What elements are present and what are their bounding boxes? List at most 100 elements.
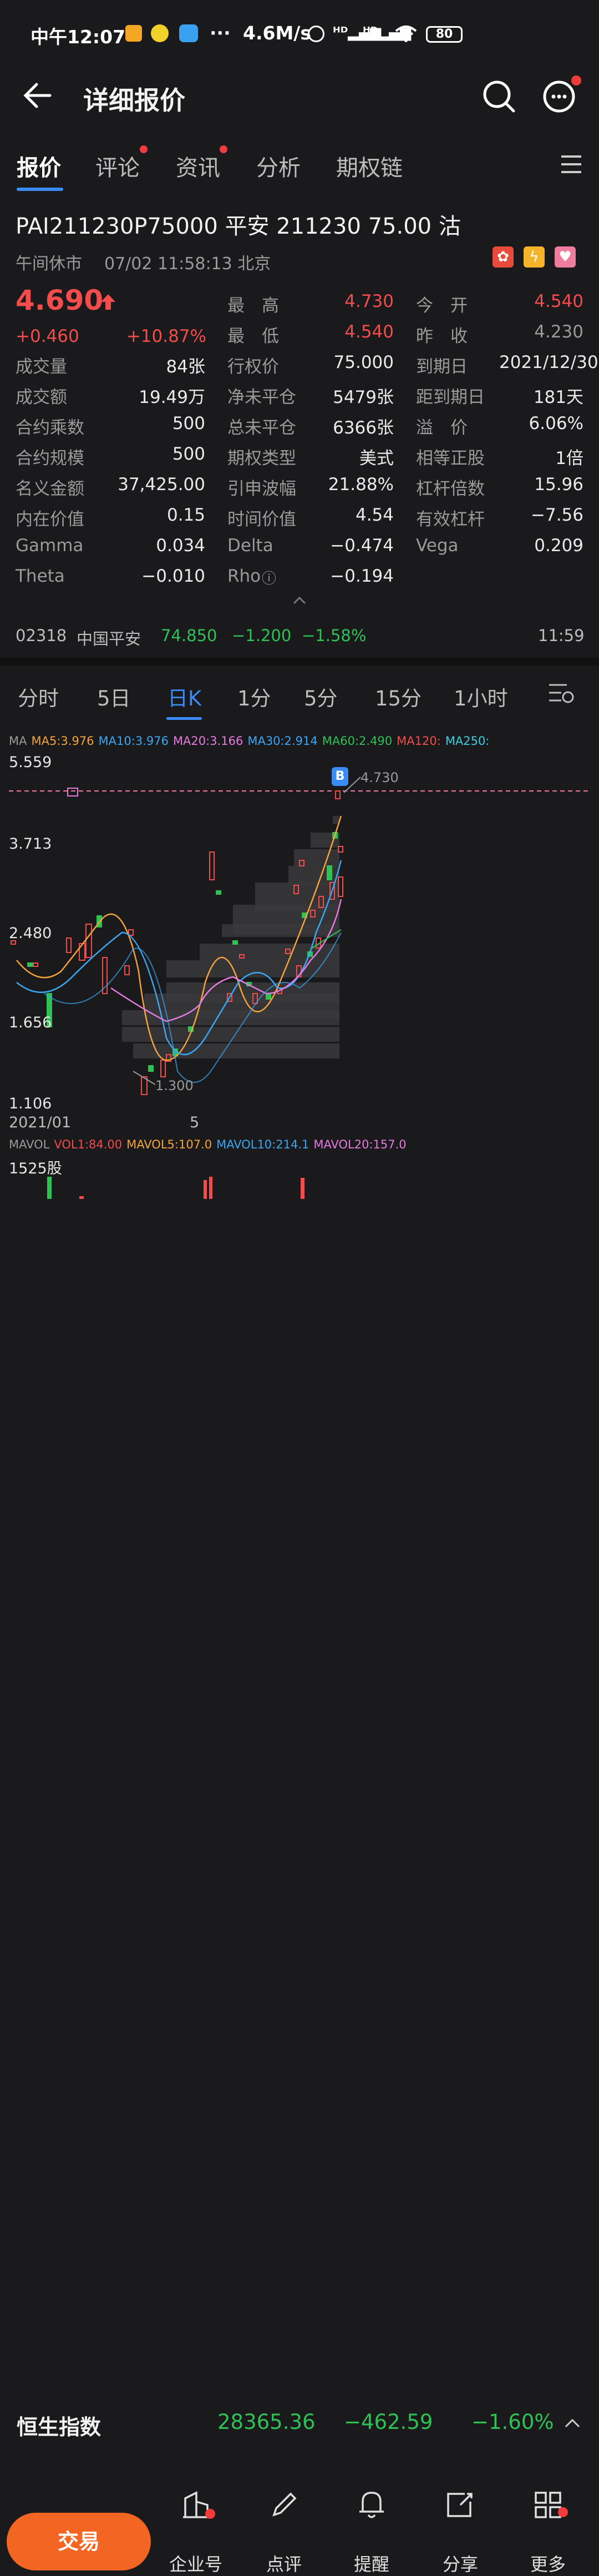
chart-tab-5min[interactable]: 5分 [304, 682, 338, 712]
ma-legend-item: MA5:3.976 [31, 734, 94, 748]
volume-profile-bar [222, 924, 339, 937]
ma-legend-item: MA250: [445, 734, 490, 748]
chart-settings-icon[interactable] [548, 682, 576, 706]
field-value: 1倍 [555, 448, 583, 468]
field-value: −0.010 [141, 566, 205, 586]
underlying-price: 74.850 [161, 626, 217, 645]
tab-comments[interactable]: 评论 [95, 150, 140, 182]
field-value: 4.54 [355, 505, 394, 525]
ma-legend-item: MA20:3.166 [172, 734, 243, 748]
tab-analysis[interactable]: 分析 [256, 150, 301, 182]
chart-tab-15min[interactable]: 15分 [375, 682, 422, 712]
nav-alert-label[interactable]: 提醒 [333, 2550, 410, 2576]
candle [85, 924, 92, 958]
field-label: 成交量 [16, 357, 67, 377]
low-marker-label: 1.300 [155, 1078, 194, 1093]
index-bar[interactable]: 恒生指数 28365.36 −462.59 −1.60% [0, 1199, 599, 2439]
chart-tab-daily[interactable]: 日K [167, 682, 201, 712]
field-label: 成交额 [16, 387, 67, 407]
mavol-legend: MAVOL VOL1:84.00 MAVOL5:107.0 MAVOL10:214.1… [9, 1138, 411, 1151]
field-label: 时间价值 [227, 510, 296, 530]
nav-enterprise-label[interactable]: 企业号 [157, 2550, 235, 2576]
app-icon [151, 24, 169, 42]
bookmark-icon [67, 788, 78, 797]
low-marker-pointer [133, 1071, 156, 1085]
favorite-heart-icon[interactable]: ♥ [555, 246, 576, 268]
back-arrow-icon[interactable] [22, 79, 55, 112]
tab-quote[interactable]: 报价 [17, 150, 61, 182]
ma-legend-item: MA60:2.490 [322, 734, 393, 748]
nav-share-label[interactable]: 分享 [422, 2550, 499, 2576]
high-marker-label: 4.730 [361, 770, 399, 785]
field-value: 美式 [359, 448, 394, 468]
field-label: 行权价 [227, 357, 279, 377]
notification-icon [125, 25, 142, 42]
candle [232, 940, 238, 945]
y-tick-4: 1.656 [9, 1014, 52, 1031]
volume-profile-bar [122, 1010, 339, 1025]
field-label: 溢 价 [416, 418, 468, 438]
nav-comment-label[interactable]: 点评 [245, 2550, 323, 2576]
chart-tab-1hour[interactable]: 1小时 [454, 682, 508, 712]
field-value: 84张 [166, 357, 205, 377]
last-price: 4.690 [16, 284, 104, 316]
field-label: 距到期日 [416, 387, 485, 407]
collapse-chevron-icon[interactable] [293, 597, 306, 604]
field-value: 181天 [533, 387, 583, 407]
chart-tab-indicator [166, 717, 202, 720]
nav-more-label[interactable]: 更多 [509, 2550, 587, 2576]
mavol-legend-item: MAVOL5:107.0 [126, 1138, 212, 1151]
field-value: −0.474 [330, 536, 394, 556]
underlying-name[interactable]: 中国平安 [77, 626, 141, 649]
underlying-code[interactable]: 02318 [16, 626, 67, 645]
candlestick-chart[interactable] [0, 749, 599, 1138]
mavol-legend-item: VOL1:84.00 [54, 1138, 123, 1151]
ma-legend: MA MA5:3.976 MA10:3.976 MA20:3.166 MA30:2.91… [9, 734, 494, 748]
open-value: 4.540 [534, 291, 583, 311]
battery-icon: 80 [426, 26, 463, 43]
network-speed: 4.6M/s [243, 22, 311, 44]
field-label: 期权类型 [227, 448, 296, 468]
ma-legend-item: MA30:2.914 [247, 734, 318, 748]
field-value: 5479张 [333, 387, 394, 407]
share-icon[interactable] [445, 2489, 475, 2519]
more-grid-icon[interactable] [534, 2491, 562, 2519]
index-change: −462.59 [344, 2410, 433, 2434]
comment-pen-icon[interactable] [270, 2491, 298, 2519]
status-time: 中午12:07 [31, 26, 126, 48]
cloud-icon [179, 24, 198, 42]
info-icon[interactable]: ⓘ [262, 567, 276, 588]
search-icon[interactable] [481, 79, 516, 113]
chart-tab-5day[interactable]: 5日 [97, 682, 131, 712]
y-tick-5: 1.106 [9, 1095, 52, 1112]
trade-button[interactable]: 交易 [7, 2513, 151, 2570]
section-divider [0, 658, 599, 666]
field-value: 21.88% [328, 475, 394, 495]
field-label: 合约乘数 [16, 418, 84, 438]
high-label: 最 高 [227, 296, 279, 316]
candle [327, 865, 332, 880]
field-value: 0.209 [534, 536, 583, 556]
index-pct: −1.60% [471, 2410, 554, 2434]
bell-icon[interactable] [356, 2488, 387, 2520]
field-value: 2021/12/30 [499, 352, 598, 372]
menu-icon[interactable] [560, 154, 582, 174]
tab-news[interactable]: 资讯 [176, 150, 220, 182]
price-change-pct: +10.87% [126, 326, 206, 346]
more-notifications-icon: ··· [210, 22, 231, 44]
mavol-legend-item: MAVOL20:157.0 [313, 1138, 407, 1151]
field-label: Delta [227, 536, 273, 556]
chart-tab-1min[interactable]: 1分 [237, 682, 271, 712]
expand-chevron-icon[interactable] [565, 2418, 580, 2428]
field-value: 0.034 [156, 536, 205, 556]
field-label: 合约规模 [16, 448, 84, 468]
underlying-time: 11:59 [538, 626, 585, 645]
tab-option-chain[interactable]: 期权链 [336, 150, 403, 182]
chart-tab-intraday[interactable]: 分时 [18, 682, 59, 712]
field-label: 名义金额 [16, 479, 84, 499]
buy-marker-badge[interactable]: B [332, 767, 348, 786]
field-label: Theta [16, 566, 65, 586]
field-label: Rho [227, 566, 261, 586]
field-label: 内在价值 [16, 510, 84, 530]
field-label: 净未平仓 [227, 387, 296, 407]
